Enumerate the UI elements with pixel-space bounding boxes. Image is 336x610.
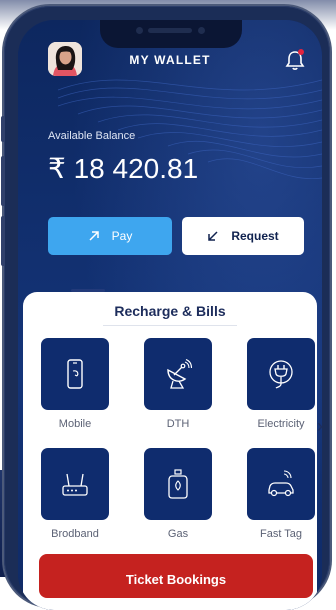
satellite-dish-icon <box>167 358 193 389</box>
page-title: MY WALLET <box>129 53 211 67</box>
service-tile-fast-tag[interactable] <box>247 448 315 520</box>
camera-dot <box>136 27 143 34</box>
request-button[interactable]: Request <box>182 217 304 255</box>
router-icon <box>62 473 88 496</box>
phone-frame: MY WALLET Available Balance ₹ 18 420.81 … <box>1 6 330 610</box>
service-label-broadband: Brodband <box>51 528 99 540</box>
service-label-dth: DTH <box>166 418 190 430</box>
mobile-icon <box>67 359 83 389</box>
service-label-mobile: Mobile <box>58 418 92 430</box>
card-handle <box>71 289 105 292</box>
service-label-gas: Gas <box>167 528 189 540</box>
divider <box>103 325 237 326</box>
recharge-bills-card: Recharge & Bills Mobile DTH Electricity … <box>23 289 322 610</box>
balance-amount: ₹ 18 420.81 <box>48 153 199 184</box>
balance-label: Available Balance <box>48 130 136 142</box>
service-tile-electricity[interactable] <box>247 338 315 410</box>
phone-screen: MY WALLET Available Balance ₹ 18 420.81 … <box>18 20 322 610</box>
chevron-right-icon[interactable]: › <box>317 416 322 437</box>
phone-side-button <box>1 216 5 266</box>
service-tile-dth[interactable] <box>144 338 212 410</box>
plug-icon <box>269 360 293 389</box>
service-tile-broadband[interactable] <box>41 448 109 520</box>
arrow-up-right-icon <box>89 231 99 241</box>
phone-side-button <box>1 116 5 142</box>
sensor-dot <box>198 27 205 34</box>
arrow-down-left-icon <box>208 231 218 241</box>
notification-badge <box>298 49 304 55</box>
request-label: Request <box>231 229 279 243</box>
service-label-fast-tag: Fast Tag <box>260 528 302 540</box>
service-tile-gas[interactable] <box>144 448 212 520</box>
bell-icon <box>285 49 305 70</box>
pay-label: Pay <box>111 229 133 243</box>
gas-cylinder-icon <box>168 469 188 499</box>
phone-notch <box>100 20 242 48</box>
service-tile-mobile[interactable] <box>41 338 109 410</box>
ticket-bookings-button[interactable]: Ticket Bookings <box>39 554 313 598</box>
notification-button[interactable] <box>284 48 306 72</box>
phone-side-button <box>1 156 5 206</box>
pay-button[interactable]: Pay <box>48 217 172 255</box>
service-label-electricity: Electricity <box>257 418 305 430</box>
speaker-grille <box>148 28 192 33</box>
car-tag-icon <box>268 470 294 497</box>
section-title: Recharge & Bills <box>114 303 226 319</box>
